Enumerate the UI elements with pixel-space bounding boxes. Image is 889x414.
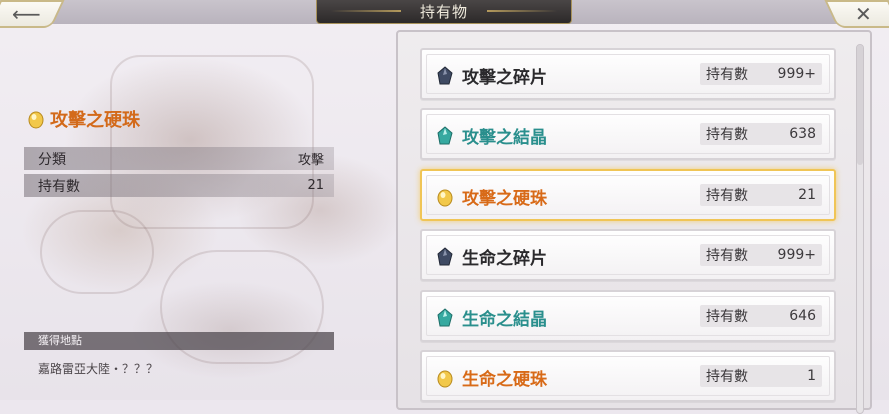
item-count-label: 持有數 (706, 188, 748, 204)
detail-row-owned: 持有數 21 (24, 174, 334, 197)
item-count-label: 持有數 (706, 248, 748, 264)
item-count-value: 999+ (777, 66, 816, 82)
item-row[interactable]: 攻擊之硬珠 持有數 21 (420, 169, 836, 221)
item-name: 生命之硬珠 (462, 370, 547, 390)
item-count-box: 持有數 638 (700, 123, 822, 145)
detail-title: 攻擊之硬珠 (26, 106, 140, 132)
item-count-box: 持有數 999+ (700, 63, 822, 85)
item-row[interactable]: 生命之結晶 持有數 646 (420, 290, 836, 342)
detail-table: 分類 攻擊 持有數 21 (24, 147, 334, 201)
scrollbar-thumb[interactable] (857, 45, 863, 165)
detail-value: 21 (307, 178, 324, 193)
arrow-left-icon: ⟵ (11, 2, 41, 26)
page-title: 持有物 (316, 0, 572, 24)
item-count-value: 646 (789, 308, 816, 324)
detail-value: 攻擊 (297, 153, 324, 168)
detail-label: 持有數 (38, 178, 80, 195)
item-name: 攻擊之硬珠 (462, 189, 547, 209)
item-count-value: 1 (807, 368, 816, 384)
item-count-box: 持有數 999+ (700, 244, 822, 266)
item-count-box: 持有數 1 (700, 365, 822, 387)
location-header: 獲得地點 (24, 332, 334, 350)
item-name: 攻擊之碎片 (462, 68, 547, 88)
detail-row-category: 分類 攻擊 (24, 147, 334, 170)
teal-crystal-icon (436, 308, 454, 332)
item-count-label: 持有數 (706, 67, 748, 83)
item-count-box: 持有數 646 (700, 305, 822, 327)
item-name: 生命之結晶 (462, 310, 547, 330)
item-row[interactable]: 生命之碎片 持有數 999+ (420, 229, 836, 281)
yellow-gem-icon (436, 187, 454, 211)
item-count-value: 21 (798, 187, 816, 203)
item-name: 生命之碎片 (462, 249, 547, 269)
detail-item-name: 攻擊之硬珠 (50, 110, 140, 131)
yellow-gem-icon (28, 111, 44, 129)
dark-shard-icon (436, 66, 454, 90)
item-count-value: 999+ (777, 247, 816, 263)
item-count-box: 持有數 21 (700, 184, 822, 206)
dark-shard-icon (436, 247, 454, 271)
bag-sketch (40, 210, 154, 294)
detail-label: 分類 (38, 151, 66, 168)
item-row[interactable]: 生命之硬珠 持有數 1 (420, 350, 836, 402)
item-count-label: 持有數 (706, 127, 748, 143)
scrollbar[interactable] (856, 44, 864, 414)
item-count-value: 638 (789, 126, 816, 142)
close-icon: ✕ (854, 2, 872, 26)
item-count-label: 持有數 (706, 369, 748, 385)
chest-sketch (110, 55, 314, 229)
yellow-gem-icon (436, 368, 454, 392)
item-row[interactable]: 攻擊之碎片 持有數 999+ (420, 48, 836, 100)
item-row[interactable]: 攻擊之結晶 持有數 638 (420, 108, 836, 160)
location-text: 嘉路雷亞大陸・？？？ (38, 362, 159, 376)
item-name: 攻擊之結晶 (462, 128, 547, 148)
teal-crystal-icon (436, 126, 454, 150)
item-count-label: 持有數 (706, 309, 748, 325)
